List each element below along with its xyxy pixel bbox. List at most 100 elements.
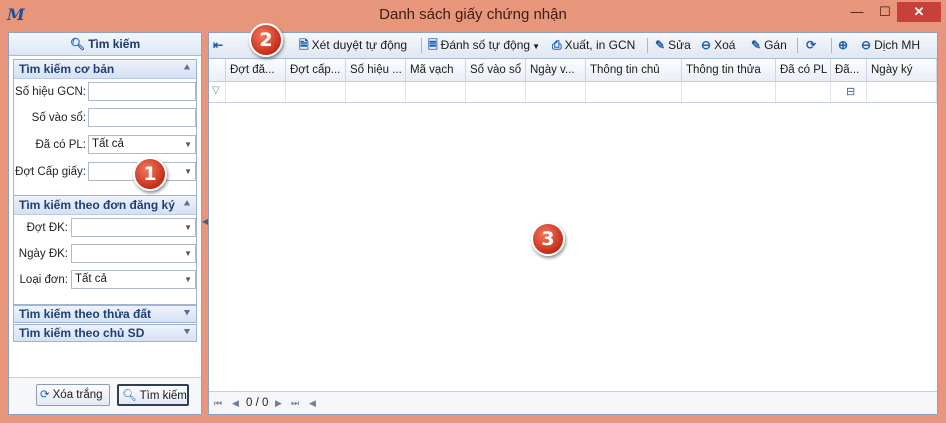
collapse-up-icon[interactable]: ⯅: [183, 196, 191, 214]
delete-button[interactable]: ⊖ Xoá: [701, 36, 735, 55]
grid-navigator: ⏮ ◀ 0 / 0 ▶ ⏭ ◀: [209, 391, 937, 414]
column-header[interactable]: Mã vạch: [406, 59, 466, 81]
column-header[interactable]: Đã có PL: [776, 59, 831, 81]
column-header[interactable]: Số vào sổ: [466, 59, 526, 81]
grid-filter-row: ▽ ⊟: [209, 82, 937, 103]
refresh-button[interactable]: ⟳: [806, 36, 819, 55]
assign-button[interactable]: ✎ Gán: [751, 36, 787, 55]
scroll-left-icon[interactable]: ◀: [309, 392, 316, 414]
next-page-icon[interactable]: ▶: [275, 392, 282, 414]
filter-cell[interactable]: [286, 82, 346, 102]
filter-cell[interactable]: [867, 82, 937, 102]
filter-cell[interactable]: [682, 82, 776, 102]
clear-button-label: Xóa trắng: [52, 389, 103, 401]
reg-date-picker[interactable]: ▼: [71, 244, 196, 263]
basic-search-title: Tìm kiếm cơ bản: [19, 62, 115, 76]
application-search-header[interactable]: Tìm kiếm theo đơn đăng ký ⯅: [14, 196, 196, 215]
app-type-label: Loại đơn:: [19, 274, 68, 286]
parcel-search-group[interactable]: Tìm kiếm theo thửa đất ⯆: [13, 305, 197, 323]
export-print-button[interactable]: ⎙ Xuất, in GCN: [552, 36, 635, 55]
delete-label: Xoá: [714, 38, 736, 52]
filter-cell[interactable]: [406, 82, 466, 102]
title-bar[interactable]: M Danh sách giấy chứng nhận — ☐ ✕: [0, 0, 946, 30]
auto-approve-button[interactable]: 🗎︎ Xét duyệt tự động: [299, 36, 407, 55]
last-page-icon[interactable]: ⏭: [291, 392, 299, 414]
owner-search-title: Tìm kiếm theo chủ SD: [19, 326, 145, 340]
filter-cell[interactable]: [226, 82, 286, 102]
app-type-select[interactable]: Tất cả ▼: [71, 270, 196, 289]
chevron-down-icon[interactable]: ▼: [184, 219, 192, 236]
edit-button[interactable]: ✎ Sửa: [655, 36, 691, 55]
chevron-down-icon[interactable]: ▼: [184, 245, 192, 262]
filter-cell[interactable]: [526, 82, 586, 102]
clear-button[interactable]: ⟳ Xóa trắng: [36, 384, 110, 406]
collapse-up-icon[interactable]: ⯅: [183, 60, 191, 78]
reg-batch-select[interactable]: ▼: [71, 218, 196, 237]
search-panel-header[interactable]: 🔍︎ Tìm kiếm: [9, 33, 201, 56]
filter-cell[interactable]: [586, 82, 682, 102]
gcn-number-input[interactable]: [88, 82, 196, 101]
zoom-in-button[interactable]: ⊕: [838, 36, 851, 55]
issue-batch-label: Đợt Cấp giấy:: [15, 166, 86, 178]
toolbar-separator: [831, 38, 832, 53]
search-panel-title: Tìm kiếm: [88, 37, 141, 51]
chevron-down-icon[interactable]: ▼: [184, 136, 192, 153]
column-header[interactable]: Ngày v...: [526, 59, 586, 81]
column-header[interactable]: Thông tin chủ: [586, 59, 682, 81]
filter-cell[interactable]: ▽: [209, 82, 226, 102]
has-appendix-select[interactable]: Tất cả ▼: [88, 135, 196, 154]
column-header[interactable]: Ngày ký: [867, 59, 937, 81]
basic-search-header[interactable]: Tìm kiếm cơ bản ⯅: [14, 60, 196, 79]
search-icon: 🔍︎: [69, 37, 86, 51]
application-search-title: Tìm kiếm theo đơn đăng ký: [19, 198, 175, 212]
minimize-button[interactable]: —: [846, 2, 868, 22]
toolbar-separator: [797, 38, 798, 53]
page-info: 0 / 0: [246, 397, 269, 409]
translate-label: Dịch MH: [874, 38, 921, 52]
filter-cell[interactable]: [776, 82, 831, 102]
filter-cell[interactable]: [466, 82, 526, 102]
gcn-number-label: Số hiệu GCN:: [15, 86, 86, 98]
prev-page-icon[interactable]: ◀: [232, 392, 239, 414]
column-header[interactable]: Đợt đă...: [226, 59, 286, 81]
filter-cell[interactable]: [346, 82, 406, 102]
column-header[interactable]: Đã...: [831, 59, 867, 81]
close-button[interactable]: ✕: [897, 2, 941, 22]
expand-down-icon[interactable]: ⯆: [183, 306, 191, 322]
book-number-label: Số vào sổ:: [31, 112, 86, 124]
has-appendix-value: Tất cả: [92, 138, 124, 150]
column-header[interactable]: Thông tin thửa: [682, 59, 776, 81]
certificate-list-panel: ⇤ 🗎︎ Xét duyệt tự động 🗏︎ Đánh số tự động ▼…: [208, 32, 938, 415]
window-title: Danh sách giấy chứng nhận: [379, 6, 567, 23]
printer-icon: ⎙: [552, 38, 562, 52]
app-window: M Danh sách giấy chứng nhận — ☐ ✕ 🔍︎ Tìm …: [0, 0, 946, 423]
book-number-input[interactable]: [88, 108, 196, 127]
toolbar: ⇤ 🗎︎ Xét duyệt tự động 🗏︎ Đánh số tự động ▼…: [209, 33, 937, 59]
chevron-down-icon[interactable]: ▼: [184, 163, 192, 180]
exit-left-icon: ⇤: [213, 38, 224, 52]
search-button[interactable]: 🔍︎ Tìm kiếm: [117, 384, 189, 406]
column-header[interactable]: Đợt cấp...: [286, 59, 346, 81]
filter-cell[interactable]: ⊟: [831, 82, 867, 102]
auto-approve-label: Xét duyệt tự động: [311, 38, 408, 52]
checkbox-filter-icon[interactable]: ⊟: [846, 85, 855, 98]
refresh-icon: ⟳: [40, 389, 50, 401]
refresh-icon: ⟳: [806, 38, 817, 52]
search-button-label: Tìm kiếm: [139, 390, 187, 402]
assign-label: Gán: [764, 38, 787, 52]
first-page-icon[interactable]: ⏮: [214, 392, 222, 414]
application-search-group: Tìm kiếm theo đơn đăng ký ⯅ Đợt ĐK: ▼ Ng…: [13, 195, 197, 305]
toggle-panel-button[interactable]: ⇤: [213, 36, 226, 55]
owner-search-group[interactable]: Tìm kiếm theo chủ SD ⯆: [13, 324, 197, 342]
chevron-down-icon[interactable]: ▼: [184, 271, 192, 288]
has-appendix-label: Đã có PL:: [35, 139, 87, 151]
callout-badge-3: 3: [531, 222, 565, 256]
translate-button[interactable]: ⊖ Dịch MH: [861, 36, 920, 55]
dropdown-arrow-icon[interactable]: ▼: [532, 42, 540, 51]
approve-doc-icon: 🗎︎: [299, 38, 309, 52]
auto-number-button[interactable]: 🗏︎ Đánh số tự động ▼: [428, 36, 540, 55]
column-header[interactable]: Số hiệu ...: [346, 59, 406, 81]
expand-down-icon[interactable]: ⯆: [183, 325, 191, 341]
minus-circle-icon: ⊖: [701, 38, 712, 52]
maximize-button[interactable]: ☐: [874, 2, 896, 22]
